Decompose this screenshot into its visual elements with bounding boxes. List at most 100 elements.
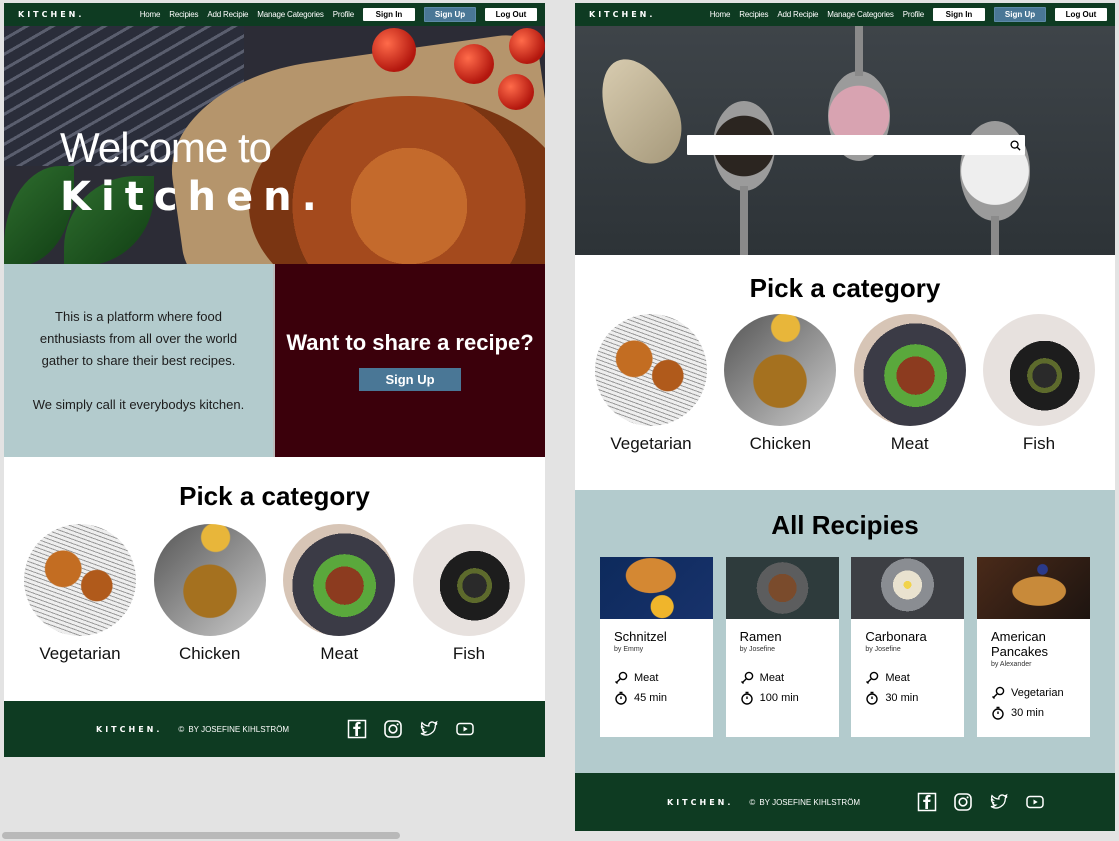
intro-section: This is a platform where food enthusiast… [4,264,545,457]
logo[interactable]: KITCHEN. [589,10,655,19]
nav-profile[interactable]: Profile [903,10,924,19]
recipe-name: American Pancakes [990,629,1049,659]
youtube-icon[interactable] [455,719,475,739]
nav-manage-categories[interactable]: Manage Categories [257,10,324,19]
about-panel: This is a platform where food enthusiast… [4,264,273,457]
youtube-icon[interactable] [1025,792,1045,812]
nav-manage-categories[interactable]: Manage Categories [827,10,894,19]
nav-add-recipie[interactable]: Add Recipie [777,10,818,19]
share-heading: Want to share a recipe? [286,330,534,355]
category-label: Fish [452,644,486,663]
recipe-category-text: Meat [885,672,910,684]
horizontal-scrollbar[interactable] [2,832,400,839]
category-label: Chicken [749,434,812,453]
recipe-category: Meat [865,671,964,685]
all-recipes-title: All Recipies [771,510,919,540]
spoon-handle [855,26,863,76]
tomato-image [372,28,416,72]
sign-up-button[interactable]: Sign Up [994,7,1046,22]
copyright-symbol: © [749,797,756,807]
recipes-page-frame: KITCHEN. Home Recipies Add Recipie Manag… [575,3,1115,831]
tomato-image [509,28,545,64]
category-chicken[interactable]: Chicken [153,524,266,664]
timer-icon [866,691,879,705]
recipe-card-schnitzel[interactable]: Schnitzel by Emmy Meat 45 min [600,557,713,737]
fish-image [412,524,525,636]
social-links [917,792,1045,812]
category-section: Pick a category Vegetarian Chicken Meat … [4,457,545,701]
recipe-cards: Schnitzel by Emmy Meat 45 min Ramen by J… [575,557,1115,737]
sign-in-button[interactable]: Sign In [933,8,985,21]
logo[interactable]: KITCHEN. [18,10,84,19]
twitter-icon[interactable] [419,719,439,739]
log-out-button[interactable]: Log Out [485,8,537,21]
nav-profile[interactable]: Profile [333,10,354,19]
log-out-button[interactable]: Log Out [1055,8,1107,21]
footer: KITCHEN. © BY JOSEFINE KIHLSTRÖM [4,701,545,757]
nav-recipies[interactable]: Recipies [169,10,198,19]
recipe-category-text: Vegetarian [1010,687,1064,699]
recipe-name: Ramen [739,629,782,644]
schnitzel-image [600,557,713,619]
category-section: Pick a category Vegetarian Chicken Meat … [575,255,1115,490]
category-meat[interactable]: Meat [853,314,966,454]
category-title: Pick a category [179,481,370,511]
category-chicken[interactable]: Chicken [724,314,837,454]
footer-credit: BY JOSEFINE KIHLSTRÖM [759,797,861,807]
recipe-author: by Josefine [739,646,776,653]
recipe-time: 100 min [740,691,839,705]
twitter-icon[interactable] [989,792,1009,812]
drumstick-icon [991,686,1005,699]
nav-home[interactable]: Home [710,10,731,19]
carbonara-image [851,557,965,619]
drumstick-icon [866,671,879,684]
recipe-card-ramen[interactable]: Ramen by Josefine Meat 100 min [725,557,839,737]
category-fish[interactable]: Fish [412,524,525,664]
instagram-icon[interactable] [953,792,973,812]
recipe-time-text: 45 min [634,692,668,704]
recipe-time: 30 min [865,691,964,705]
category-vegetarian[interactable]: Vegetarian [24,524,136,664]
timer-icon [615,691,627,705]
timer-icon [992,706,1004,720]
chicken-image [724,314,837,426]
search-input[interactable] [687,135,1005,155]
share-sign-up-button[interactable]: Sign Up [359,368,461,391]
nav-home[interactable]: Home [140,10,161,19]
hero-heading: Welcome to Kitchen. [60,124,545,220]
recipe-card-american-pancakes[interactable]: American Pancakes by Alexander Vegetaria… [976,557,1090,737]
search-icon[interactable] [1005,135,1025,155]
copyright-symbol: © [178,724,185,734]
landing-page-frame: KITCHEN. Home Recipies Add Recipie Manag… [4,3,545,757]
instagram-icon[interactable] [383,719,403,739]
recipe-time-text: 100 min [759,692,799,704]
facebook-icon[interactable] [917,792,937,812]
nav-add-recipie[interactable]: Add Recipie [207,10,248,19]
category-label: Chicken [178,644,241,663]
category-label: Fish [1022,434,1056,453]
category-vegetarian[interactable]: Vegetarian [595,314,707,454]
meat-image [283,524,396,636]
sign-up-button[interactable]: Sign Up [424,7,476,22]
share-panel: Want to share a recipe? Sign Up [273,264,545,457]
category-meat[interactable]: Meat [283,524,396,664]
category-fish[interactable]: Fish [982,314,1095,454]
recipe-time: 30 min [991,706,1090,720]
recipe-name: Carbonara [865,629,927,644]
drumstick-icon [615,671,628,684]
footer: KITCHEN. © BY JOSEFINE KIHLSTRÖM [575,773,1115,831]
ramen-image [725,557,839,619]
fish-image [982,314,1095,426]
footer-credit: BY JOSEFINE KIHLSTRÖM [188,724,290,734]
drumstick-icon [740,671,753,684]
recipe-card-carbonara[interactable]: Carbonara by Josefine Meat 30 min [851,557,965,737]
facebook-icon[interactable] [347,719,367,739]
recipe-category: Vegetarian [991,686,1090,700]
sign-in-button[interactable]: Sign In [363,8,415,21]
nav-recipies[interactable]: Recipies [739,10,768,19]
category-label: Vegetarian [39,644,121,663]
search-hero [575,26,1115,255]
recipe-category: Meat [740,671,839,685]
category-title: Pick a category [749,273,941,303]
hero-banner: Welcome to Kitchen. [4,26,545,264]
